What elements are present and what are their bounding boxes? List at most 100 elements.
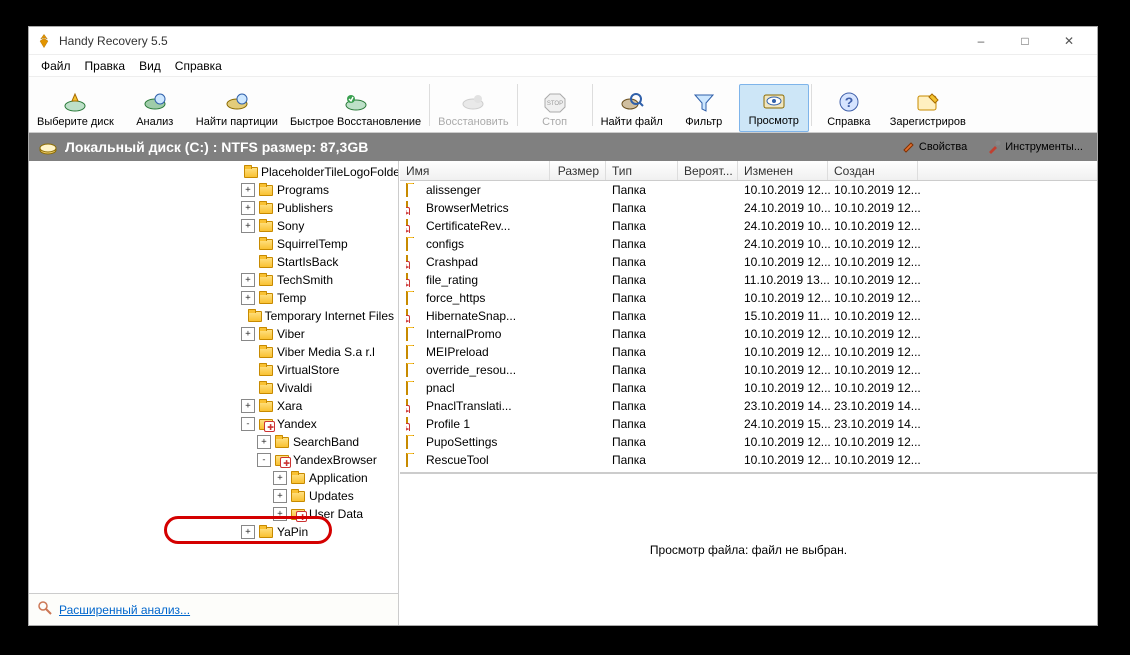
tree-expander[interactable]: + (273, 489, 287, 503)
file-name: PnaclTranslati... (426, 399, 512, 413)
find-partitions-button[interactable]: Найти партиции (190, 86, 284, 132)
tree-item[interactable]: +Xara (29, 397, 398, 415)
tree-expander[interactable]: + (241, 273, 255, 287)
disk-props-button[interactable]: Свойства (895, 138, 973, 156)
tree-expander[interactable]: + (241, 327, 255, 341)
tree-expander[interactable]: + (241, 525, 255, 539)
quick-recover-button[interactable]: Быстрое Восстановление (284, 86, 427, 132)
file-created: 23.10.2019 14... (834, 417, 924, 431)
tree-item[interactable]: +User Data (29, 505, 398, 523)
tree-item[interactable]: +Programs (29, 181, 398, 199)
file-row[interactable]: pnaclПапка10.10.2019 12...10.10.2019 12.… (400, 379, 1097, 397)
tree-item[interactable]: +Updates (29, 487, 398, 505)
folder-tree[interactable]: PlaceholderTileLogoFolder+Programs+Publi… (29, 161, 398, 593)
tree-item[interactable]: +YaPin (29, 523, 398, 541)
folder-icon (406, 273, 422, 287)
svg-text:STOP: STOP (546, 101, 562, 107)
disk-tools-button[interactable]: Инструменты... (981, 138, 1089, 156)
find-file-button[interactable]: Найти файл (595, 86, 669, 132)
file-row[interactable]: configsПапка24.10.2019 10...10.10.2019 1… (400, 235, 1097, 253)
tree-label: TechSmith (277, 273, 333, 287)
file-row[interactable]: HibernateSnap...Папка15.10.2019 11...10.… (400, 307, 1097, 325)
tree-item[interactable]: -YandexBrowser (29, 451, 398, 469)
folder-icon (406, 417, 422, 431)
folder-icon (258, 201, 274, 215)
tree-item[interactable]: Vivaldi (29, 379, 398, 397)
col-size[interactable]: Размер (550, 161, 606, 180)
help-button[interactable]: ? Справка (814, 86, 884, 132)
analyze-button[interactable]: Анализ (120, 86, 190, 132)
menu-view[interactable]: Вид (133, 57, 167, 75)
tree-item[interactable]: Temporary Internet Files (29, 307, 398, 325)
file-row[interactable]: CertificateRev...Папка24.10.2019 10...10… (400, 217, 1097, 235)
folder-icon (406, 219, 422, 233)
file-row[interactable]: force_httpsПапка10.10.2019 12...10.10.20… (400, 289, 1097, 307)
disk-label: Локальный диск (C:) : NTFS размер: 87,3G… (65, 139, 368, 155)
stop-button[interactable]: STOP Стоп (520, 86, 590, 132)
file-row[interactable]: RescueToolПапка10.10.2019 12...10.10.201… (400, 451, 1097, 469)
file-row[interactable]: file_ratingПапка11.10.2019 13...10.10.20… (400, 271, 1097, 289)
folder-icon (258, 417, 274, 431)
tree-expander[interactable]: + (241, 291, 255, 305)
file-created: 10.10.2019 12... (834, 237, 924, 251)
folder-icon (406, 363, 422, 377)
tree-item[interactable]: +Viber (29, 325, 398, 343)
folder-icon (406, 237, 422, 251)
file-row[interactable]: PupoSettingsПапка10.10.2019 12...10.10.2… (400, 433, 1097, 451)
close-button[interactable]: ✕ (1047, 28, 1091, 54)
menu-edit[interactable]: Правка (79, 57, 132, 75)
tree-expander[interactable]: + (273, 507, 287, 521)
file-row[interactable]: Profile 1Папка24.10.2019 15...23.10.2019… (400, 415, 1097, 433)
filter-button[interactable]: Фильтр (669, 86, 739, 132)
col-prob[interactable]: Вероят... (678, 161, 738, 180)
file-row[interactable]: override_resou...Папка10.10.2019 12...10… (400, 361, 1097, 379)
tree-item[interactable]: PlaceholderTileLogoFolder (29, 163, 398, 181)
tree-expander[interactable]: + (273, 471, 287, 485)
tree-item[interactable]: +SearchBand (29, 433, 398, 451)
menu-file[interactable]: Файл (35, 57, 77, 75)
col-type[interactable]: Тип (606, 161, 678, 180)
file-row[interactable]: PnaclTranslati...Папка23.10.2019 14...23… (400, 397, 1097, 415)
preview-button[interactable]: Просмотр (739, 84, 809, 132)
file-row[interactable]: InternalPromoПапка10.10.2019 12...10.10.… (400, 325, 1097, 343)
tree-item[interactable]: +Application (29, 469, 398, 487)
file-created: 10.10.2019 12... (834, 183, 924, 197)
minimize-button[interactable]: – (959, 28, 1003, 54)
file-created: 10.10.2019 12... (834, 219, 924, 233)
folder-icon (244, 165, 258, 179)
file-row[interactable]: CrashpadПапка10.10.2019 12...10.10.2019 … (400, 253, 1097, 271)
file-row[interactable]: MEIPreloadПапка10.10.2019 12...10.10.201… (400, 343, 1097, 361)
advanced-analysis-link[interactable]: Расширенный анализ... (59, 603, 190, 617)
tree-expander[interactable]: - (241, 417, 255, 431)
tree-expander[interactable]: + (241, 219, 255, 233)
tree-expander[interactable]: + (241, 183, 255, 197)
maximize-button[interactable]: □ (1003, 28, 1047, 54)
tree-item[interactable]: StartIsBack (29, 253, 398, 271)
col-name[interactable]: Имя (400, 161, 550, 180)
file-type: Папка (612, 255, 684, 269)
select-disk-button[interactable]: Выберите диск (31, 86, 120, 132)
tree-item[interactable]: + TechSmith (29, 271, 398, 289)
quick-recover-icon (342, 90, 370, 114)
col-modified[interactable]: Изменен (738, 161, 828, 180)
tree-item[interactable]: Viber Media S.a r.l (29, 343, 398, 361)
tree-expander[interactable]: + (241, 399, 255, 413)
tree-item[interactable]: +Sony (29, 217, 398, 235)
file-row[interactable]: BrowserMetricsПапка24.10.2019 10...10.10… (400, 199, 1097, 217)
register-button[interactable]: Зарегистриров (884, 86, 972, 132)
tree-expander[interactable]: + (257, 435, 271, 449)
tree-item[interactable]: +Temp (29, 289, 398, 307)
col-created[interactable]: Создан (828, 161, 918, 180)
file-list[interactable]: alissenger Папка 10.10.2019 12... 10.10.201… (400, 181, 1097, 473)
tree-expander[interactable]: - (257, 453, 271, 467)
tree-item[interactable]: VirtualStore (29, 361, 398, 379)
tree-item[interactable]: -Yandex (29, 415, 398, 433)
file-name: alissenger (426, 183, 481, 197)
folder-icon (406, 201, 422, 215)
menu-help[interactable]: Справка (169, 57, 228, 75)
tree-item[interactable]: SquirrelTemp (29, 235, 398, 253)
recover-button[interactable]: Восстановить (432, 86, 514, 132)
tree-item[interactable]: +Publishers (29, 199, 398, 217)
file-row[interactable]: alissengerПапка10.10.2019 12...10.10.201… (400, 181, 1097, 199)
tree-expander[interactable]: + (241, 201, 255, 215)
